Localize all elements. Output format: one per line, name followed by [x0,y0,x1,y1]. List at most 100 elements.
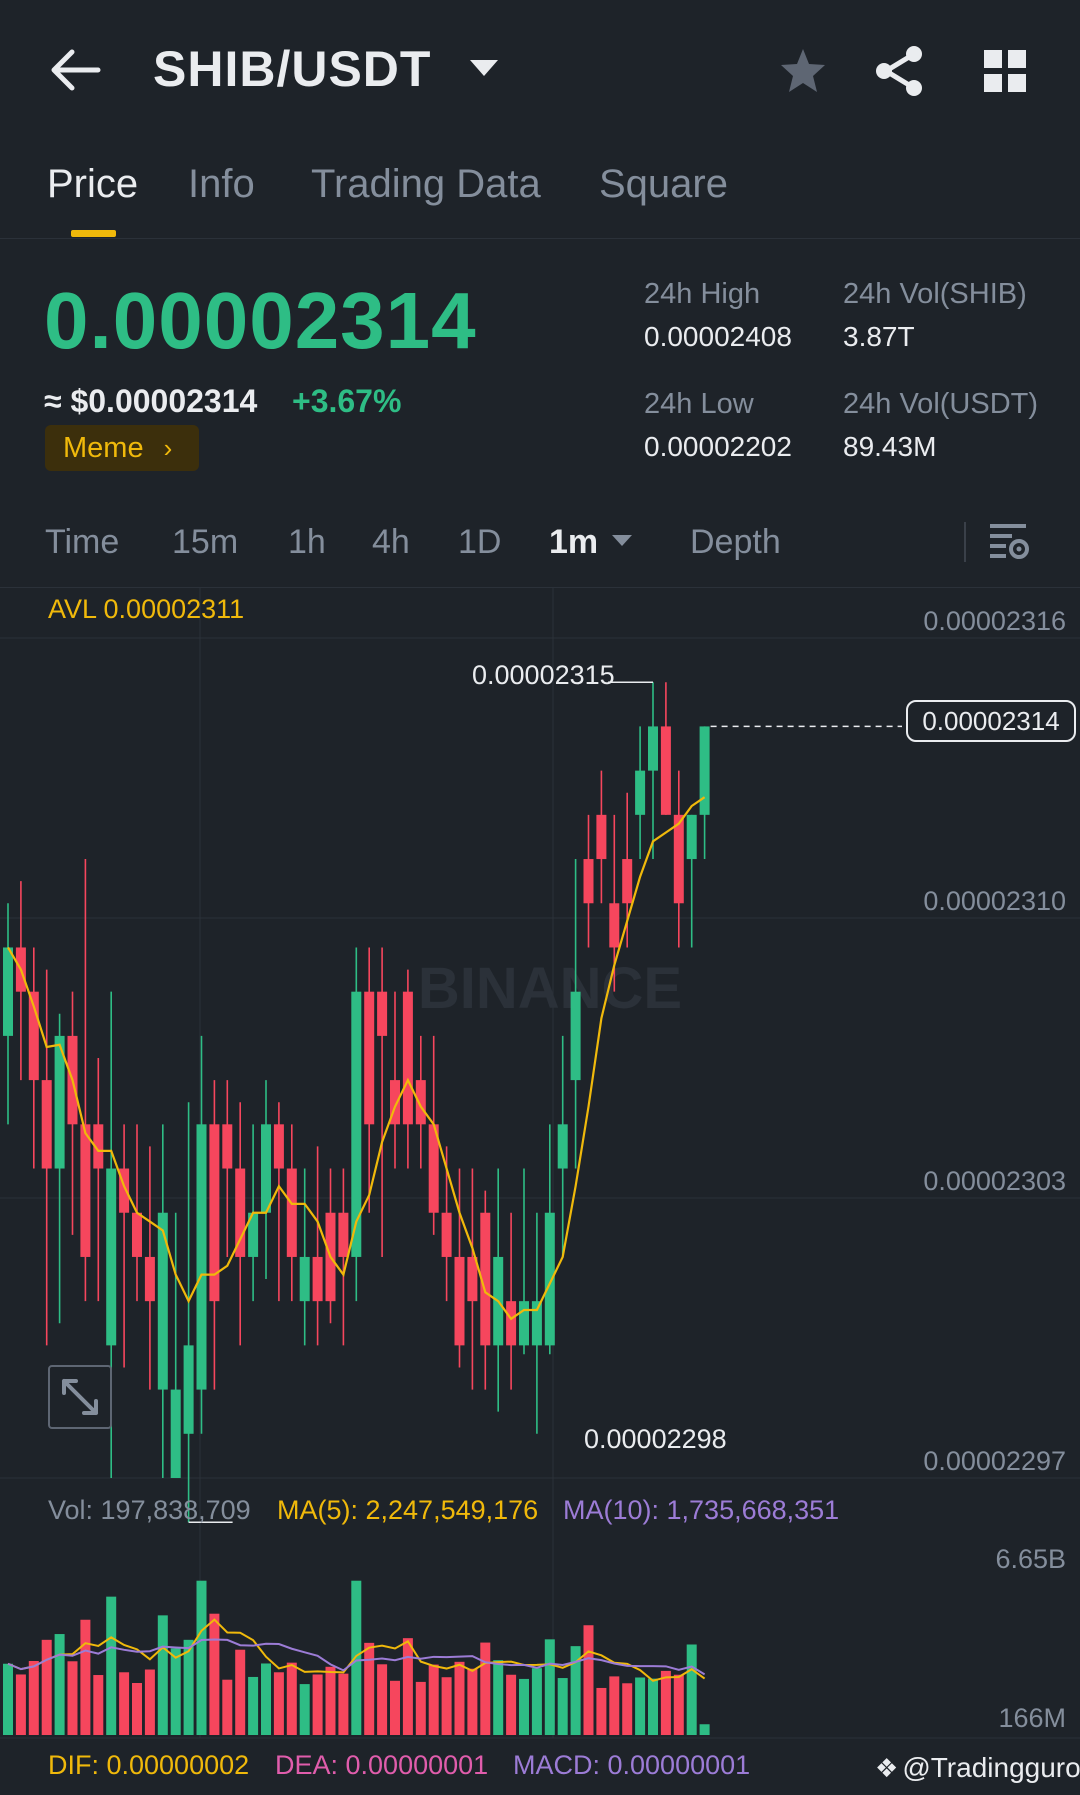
candle [506,1301,517,1346]
volume-bar [454,1661,465,1735]
volume-bar [299,1684,310,1735]
volume-bar [67,1661,78,1735]
interval-15m[interactable]: 15m [172,523,238,562]
volume-bar [132,1683,142,1735]
caret-down-icon[interactable] [612,535,632,546]
volume-bar [144,1669,155,1735]
y-tick-label: 0.00002310 [923,886,1066,916]
vol-quote-value: 89.43M [843,431,937,462]
macd-dif-label: DIF: 0.00000002 [48,1750,250,1780]
min-price-marker: 0.00002298 [584,1424,727,1454]
volume-bar [609,1676,620,1735]
candle [673,814,684,904]
volume-bar [170,1648,181,1735]
expand-icon[interactable] [48,1365,112,1429]
vol-quote-label: 24h Vol(USDT) [843,388,1039,420]
volume-bar [119,1672,130,1735]
share-icon[interactable] [874,44,926,98]
volume-bar [15,1674,26,1735]
volume-legend: Vol: 197,838,709 [48,1495,251,1525]
caret-down-icon[interactable] [470,60,498,76]
interval-1m[interactable]: 1m [549,523,598,562]
interval-depth[interactable]: Depth [690,523,781,562]
volume-bar [699,1724,710,1735]
candle [415,1080,426,1125]
volume-bar [80,1619,91,1735]
volume-bar [531,1668,542,1735]
volume-bar [390,1680,400,1735]
volume-bar [28,1661,39,1735]
volume-bar [506,1674,517,1735]
volume-bar [544,1639,555,1735]
tab-square[interactable]: Square [599,162,728,207]
candle [544,1212,555,1346]
volume-bar [415,1681,426,1735]
volume-bar [196,1580,207,1735]
volume-bar [583,1625,594,1735]
candlestick-chart[interactable]: BINANCE [0,588,1080,1748]
y-tick-label: 0.00002316 [923,606,1066,636]
tab-trading-data[interactable]: Trading Data [311,162,541,207]
meme-tag-button[interactable]: Meme › [45,425,199,471]
chart-settings-icon[interactable] [988,522,1030,562]
creator-handle: @Tradingguro [902,1752,1080,1783]
volume-bar [364,1642,375,1735]
candle [686,814,697,860]
tab-price[interactable]: Price [47,162,138,207]
volume-bar [648,1678,658,1735]
volume-bar [338,1673,349,1735]
volume-bar [480,1642,491,1735]
interval-1d[interactable]: 1D [458,523,501,562]
volume-bar [157,1615,168,1735]
volume-bar [93,1675,104,1735]
price-change-percent: +3.67% [292,383,402,419]
volume-bar [222,1679,233,1735]
interval-4h[interactable]: 4h [372,523,410,562]
candle [144,1256,155,1302]
volume-bar [519,1678,529,1735]
volume-bar [377,1664,388,1735]
volume-bar [325,1666,336,1735]
grid-icon[interactable] [984,50,1026,92]
usd-price: ≈ $0.00002314 [44,383,258,419]
watermark-text: BINANCE [418,956,682,1021]
candle [583,859,594,904]
candle [196,1124,207,1390]
candle [106,1168,117,1346]
candle [3,947,13,1036]
macd-dea-label: DEA: 0.00000001 [275,1750,489,1780]
candle [235,1168,246,1257]
diamond-logo-icon: ❖ [875,1752,899,1783]
volume-bar [622,1683,633,1735]
volume-bar [596,1687,607,1735]
tab-active-indicator [71,230,116,237]
volume-bar [248,1676,259,1735]
volume-bar [493,1660,504,1735]
candle [660,726,671,815]
interval-time[interactable]: Time [45,523,119,562]
volume-bar [286,1662,297,1735]
volume-bar [209,1613,220,1735]
y-tick-label: 0.00002297 [923,1446,1066,1476]
divider [0,238,1080,239]
back-arrow-icon[interactable] [48,42,104,98]
candle [351,991,362,1257]
candle [609,903,620,948]
volume-bar [686,1644,697,1735]
tab-info[interactable]: Info [188,162,255,207]
candle [622,859,633,904]
candle [80,1124,91,1257]
star-icon[interactable] [778,46,828,96]
volume-bar [273,1672,284,1735]
interval-1h[interactable]: 1h [288,523,326,562]
volume-tick-label: 166M [998,1703,1066,1733]
high-value: 0.00002408 [644,321,792,352]
meme-tag-label: Meme [63,431,144,464]
pair-title[interactable]: SHIB/USDT [153,40,431,98]
volume-bar [235,1649,246,1735]
volume-bar [660,1670,671,1735]
candle [699,726,710,815]
candle [635,770,646,815]
volume-bars [3,1580,710,1735]
candle [570,991,581,1081]
